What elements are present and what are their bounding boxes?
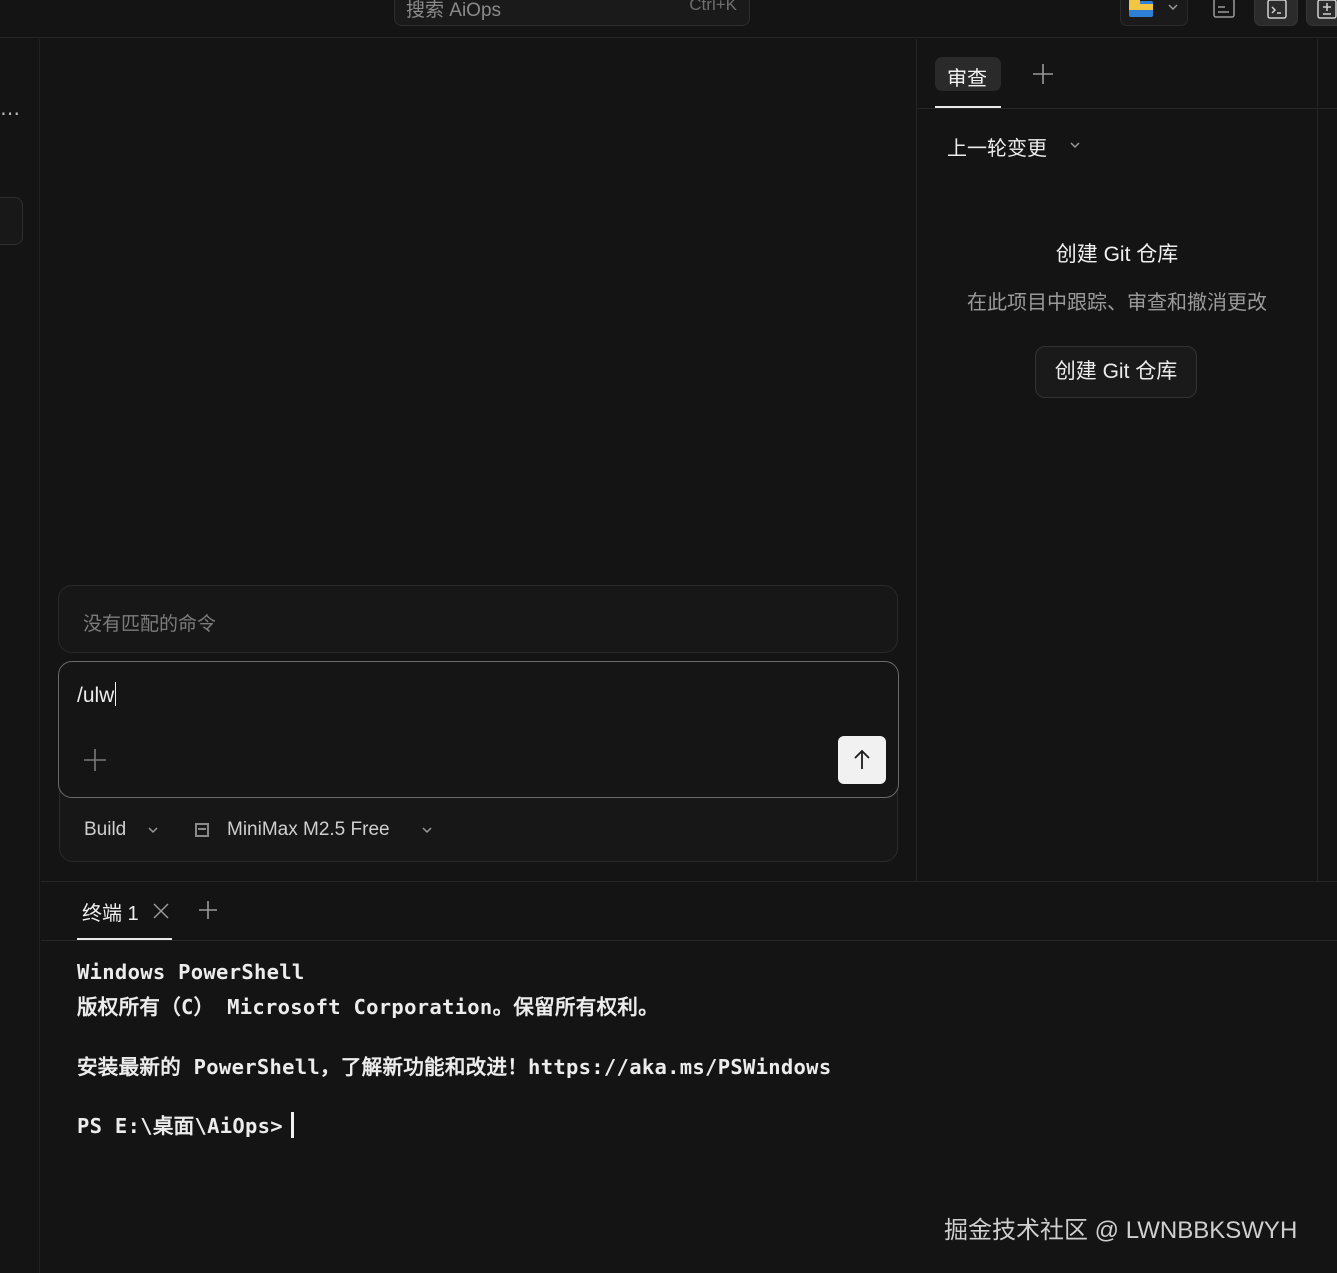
terminal-icon xyxy=(1267,0,1287,19)
chevron-down-icon[interactable] xyxy=(1069,140,1081,150)
add-terminal-icon[interactable] xyxy=(197,899,219,921)
terminal-line: 版权所有（C） Microsoft Corporation。保留所有权利。 xyxy=(77,995,659,1019)
review-panel-toggle-button[interactable] xyxy=(1306,0,1337,26)
search-box[interactable]: 搜索 AiOps Ctrl+K xyxy=(394,0,750,26)
chat-input[interactable]: /ulw xyxy=(77,682,117,708)
chevron-down-icon[interactable] xyxy=(421,825,433,835)
command-suggestions-popup: 没有匹配的命令 xyxy=(58,585,898,653)
open-folder-button[interactable] xyxy=(1120,0,1188,26)
terminal-line: 安装最新的 PowerShell，了解新功能和改进！https://aka.ms… xyxy=(77,1055,832,1079)
divider xyxy=(916,108,1337,109)
terminal-toggle-button[interactable] xyxy=(1254,0,1298,26)
chevron-down-icon[interactable] xyxy=(147,825,159,835)
sidebar-item[interactable] xyxy=(0,197,23,245)
model-select[interactable]: MiniMax M2.5 Free xyxy=(227,819,390,841)
panel-icon xyxy=(1213,0,1235,18)
terminal-line: Windows PowerShell xyxy=(77,960,305,984)
chat-composer[interactable]: /ulw xyxy=(58,661,899,798)
arrow-up-icon xyxy=(854,749,870,769)
search-label: 搜索 AiOps xyxy=(406,0,502,21)
left-sidebar: ⋯ xyxy=(0,39,40,1273)
git-empty-title: 创建 Git 仓库 xyxy=(1055,243,1179,266)
terminal-cursor xyxy=(290,1112,294,1138)
tab-review-label: 审查 xyxy=(947,68,987,90)
divider xyxy=(41,940,1337,941)
text-caret xyxy=(115,682,117,706)
title-bar: 搜索 AiOps Ctrl+K xyxy=(0,0,1337,38)
watermark: 掘金技术社区 @ LWNBBKSWYH xyxy=(944,1217,1298,1244)
chevron-down-icon xyxy=(1168,4,1178,11)
toggle-sidebar-button[interactable] xyxy=(1202,0,1246,26)
tab-review[interactable]: 审查 xyxy=(935,57,1001,91)
create-git-repo-button[interactable]: 创建 Git 仓库 xyxy=(1035,346,1197,398)
git-empty-description: 在此项目中跟踪、审查和撤消更改 xyxy=(967,292,1267,314)
no-match-text: 没有匹配的命令 xyxy=(83,614,217,635)
changes-scope-select[interactable]: 上一轮变更 xyxy=(947,132,1047,161)
search-shortcut: Ctrl+K xyxy=(689,0,737,14)
review-panel xyxy=(916,39,1318,881)
chat-input-value: /ulw xyxy=(77,684,115,707)
diff-icon xyxy=(1317,0,1337,19)
folder-icon xyxy=(1129,0,1153,17)
close-icon[interactable] xyxy=(151,901,171,921)
more-options-icon[interactable]: ⋯ xyxy=(0,101,21,126)
mode-select[interactable]: Build xyxy=(84,819,126,841)
provider-logo-icon xyxy=(195,823,209,837)
terminal-prompt[interactable]: PS E:\桌面\AiOps> xyxy=(77,1109,294,1139)
terminal-prompt-text: PS E:\桌面\AiOps> xyxy=(77,1114,283,1138)
add-tab-icon[interactable] xyxy=(1031,62,1055,86)
send-button[interactable] xyxy=(838,736,886,784)
add-attachment-icon[interactable] xyxy=(81,746,109,774)
tab-terminal-1[interactable]: 终端 1 xyxy=(82,897,139,926)
